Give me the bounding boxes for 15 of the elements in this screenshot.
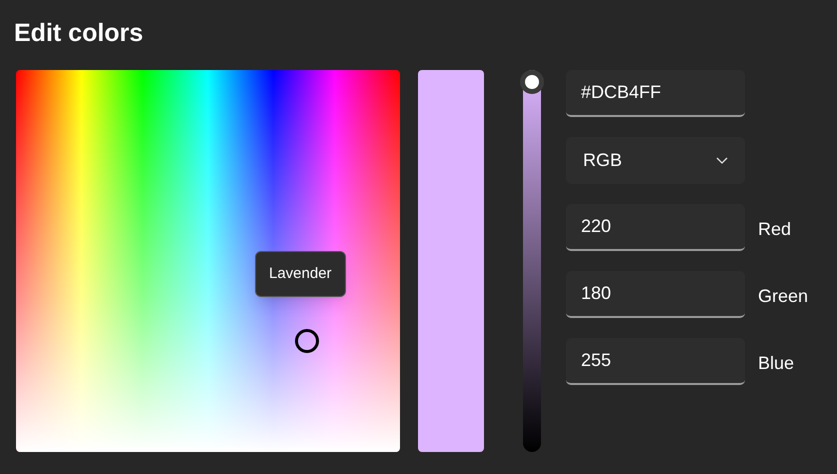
channel-label: Blue	[758, 352, 794, 375]
channel-field[interactable]: 180	[566, 271, 745, 318]
tooltip: Lavender	[255, 251, 346, 297]
value-slider[interactable]	[523, 70, 541, 452]
hex-field[interactable]: #DCB4FF	[566, 70, 745, 117]
chevron-down-icon	[716, 156, 728, 164]
channel-field[interactable]: 255	[566, 338, 745, 385]
color-cursor[interactable]	[295, 329, 319, 353]
channel-field[interactable]: 220	[566, 204, 745, 251]
channel-label: Red	[758, 218, 792, 241]
slider-thumb[interactable]	[520, 70, 544, 94]
color-spectrum[interactable]: Lavender	[16, 70, 400, 452]
format-dropdown[interactable]: RGB	[566, 137, 745, 184]
dialog-title: Edit colors	[14, 18, 144, 49]
channel-label: Green	[758, 285, 808, 308]
